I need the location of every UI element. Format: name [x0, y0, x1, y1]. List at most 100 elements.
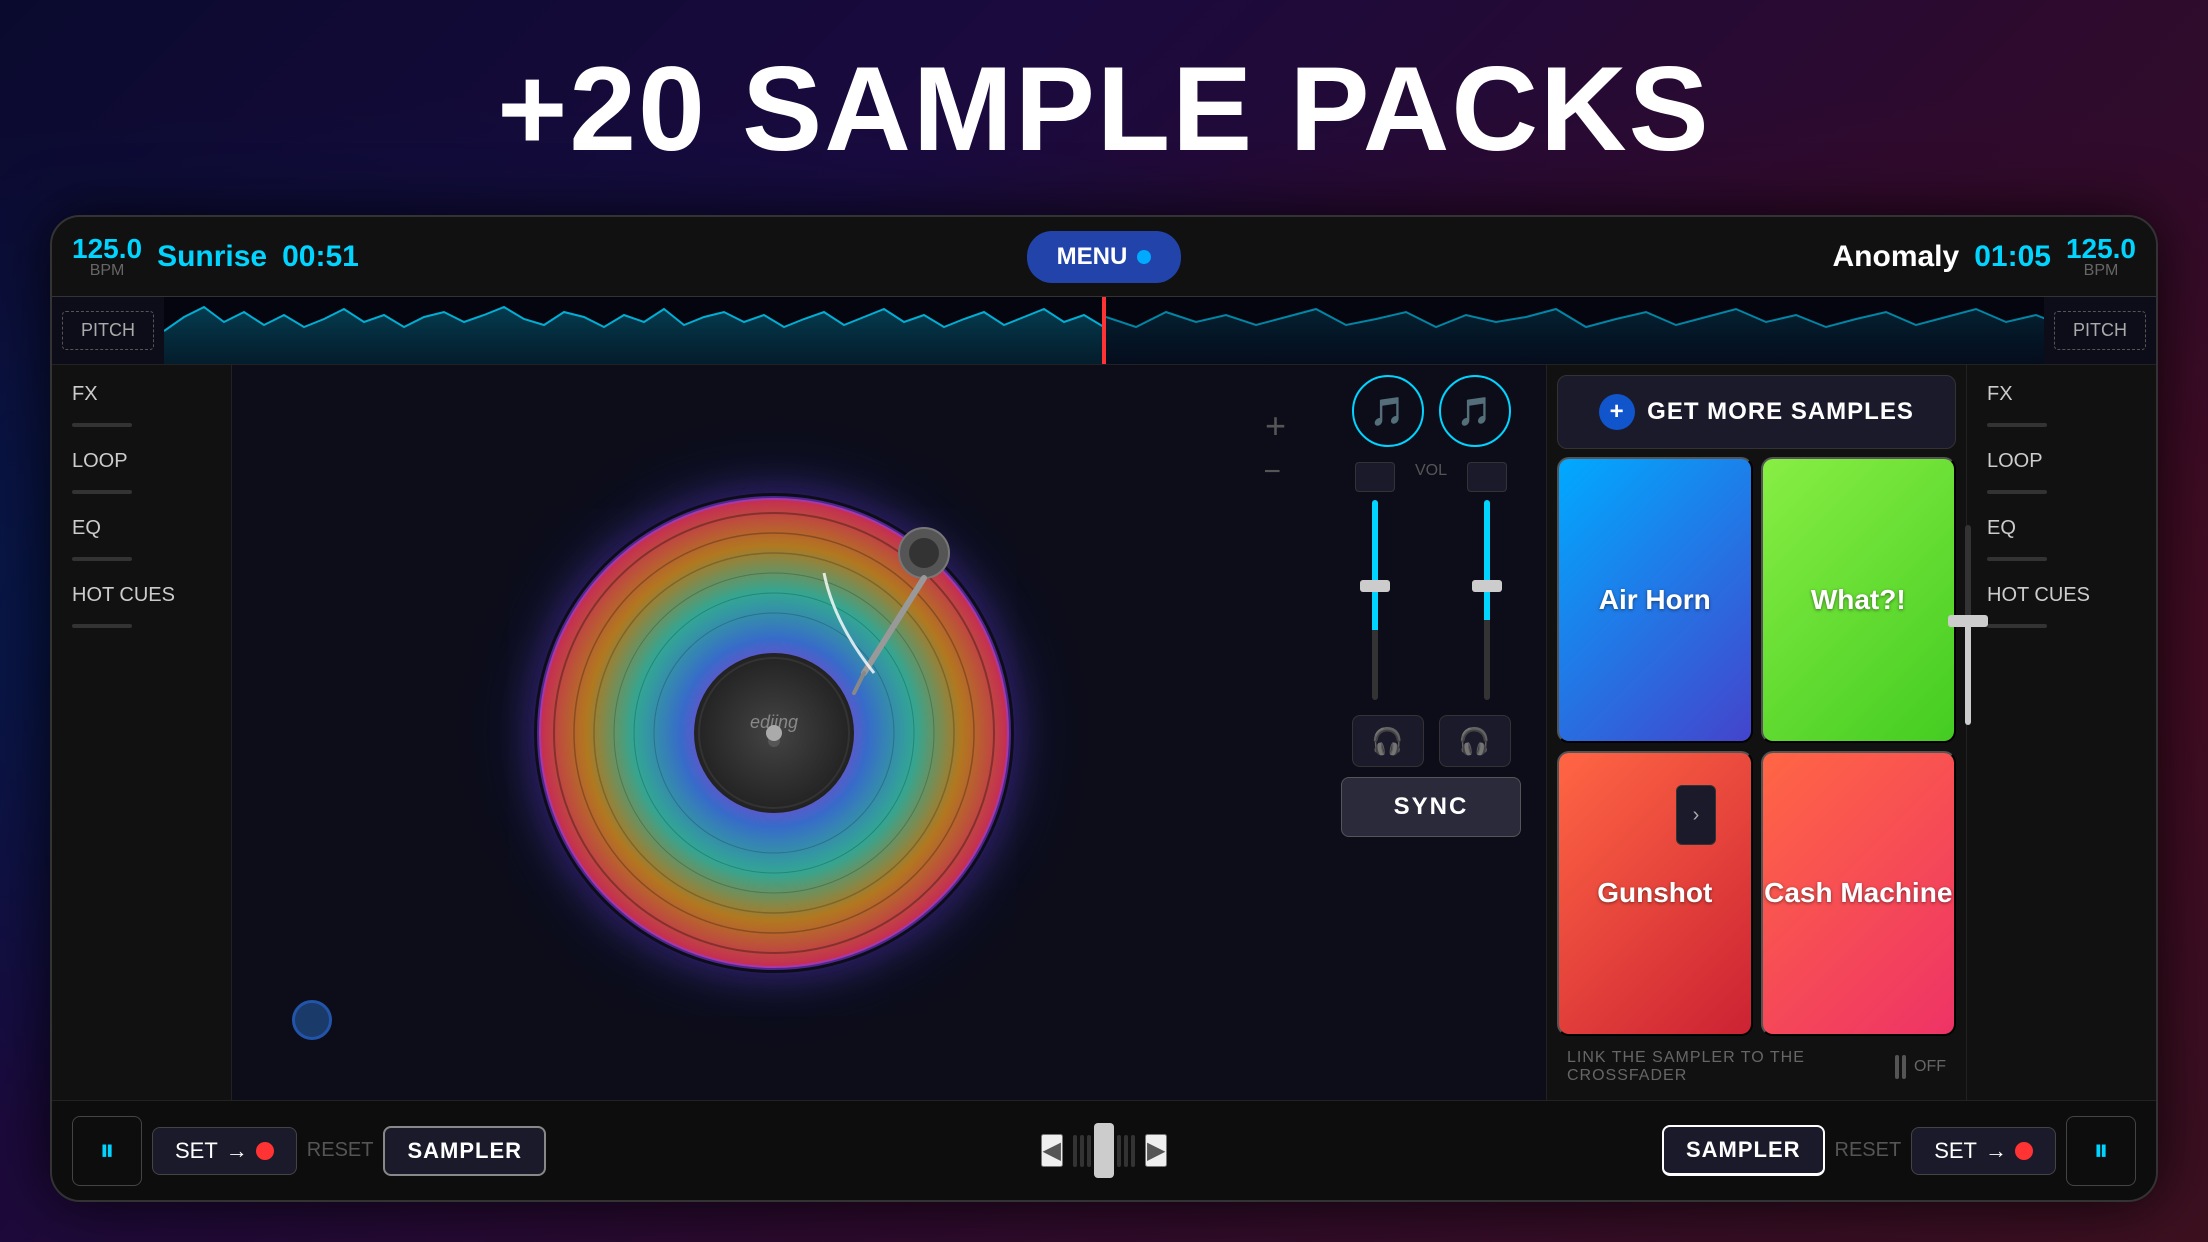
- left-sampler-button[interactable]: SAMPLER: [383, 1126, 546, 1176]
- right-pitch-button[interactable]: PITCH: [2054, 311, 2146, 350]
- cue-point-dot[interactable]: [292, 1000, 332, 1040]
- left-fx-button[interactable]: FX: [67, 375, 216, 414]
- header-left: 125.0 BPM Sunrise 00:51: [72, 235, 1027, 279]
- arrow-right-left-icon: →: [226, 1138, 248, 1164]
- header-right: Anomaly 01:05 125.0 BPM: [1181, 235, 2136, 279]
- sampler-panel: + GET MORE SAMPLES Air Horn What?! Gunsh…: [1546, 365, 1966, 1100]
- right-fader-handle[interactable]: [1472, 580, 1502, 592]
- sample-pad-cash-machine[interactable]: Cash Machine: [1761, 751, 1957, 1037]
- toggle-bar-2: [1902, 1055, 1906, 1079]
- cf-tick-3: [1087, 1135, 1091, 1167]
- turntable-area: + −: [232, 365, 1316, 1100]
- get-more-label: GET MORE SAMPLES: [1647, 398, 1914, 426]
- headphone-right-icon: 🎧: [1458, 726, 1490, 757]
- right-volume-fader[interactable]: [1484, 500, 1490, 700]
- left-eq-button[interactable]: EQ: [67, 509, 216, 548]
- left-headphone-cue-button[interactable]: 🎵: [1352, 375, 1424, 447]
- pitch-plus-button[interactable]: +: [1265, 405, 1286, 447]
- left-fader-handle[interactable]: [1360, 580, 1390, 592]
- right-fx-slider[interactable]: [1987, 423, 2047, 427]
- crossfader-link-info: LINK THE SAMPLER TO THE CROSSFADER OFF: [1557, 1044, 1956, 1090]
- left-pause-button[interactable]: ⏸: [72, 1116, 142, 1186]
- left-bpm-value: 125.0: [72, 235, 142, 263]
- page-title: +20 SAMPLE PACKS: [497, 40, 1710, 178]
- left-headphone-button[interactable]: 🎧: [1352, 715, 1424, 767]
- toggle-bar-1: [1895, 1055, 1899, 1079]
- left-eq-slider[interactable]: [72, 557, 132, 561]
- crossfader-slider[interactable]: [1073, 1123, 1135, 1178]
- right-eq-button[interactable]: EQ: [1982, 509, 2141, 548]
- right-headphone-cue-button[interactable]: 🎵: [1439, 375, 1511, 447]
- pitch-minus-button[interactable]: −: [1263, 455, 1281, 489]
- left-panel: FX LOOP EQ HOT CUES: [52, 365, 232, 1100]
- right-transport: SAMPLER RESET SET → ⏸: [1458, 1116, 2136, 1186]
- left-loop-slider[interactable]: [72, 490, 132, 494]
- left-waveform-svg: // Generate waveform bars inline via CSS…: [164, 297, 1102, 364]
- right-bpm-label: BPM: [2066, 263, 2136, 279]
- left-volume-fader[interactable]: [1372, 500, 1378, 700]
- crossfader-handle[interactable]: [1094, 1123, 1114, 1178]
- vinyl-record[interactable]: edjing: [534, 493, 1014, 973]
- right-pause-button[interactable]: ⏸: [2066, 1116, 2136, 1186]
- right-fx-button[interactable]: FX: [1982, 375, 2141, 414]
- right-set-button[interactable]: SET →: [1911, 1127, 2056, 1175]
- menu-dot-indicator: [1137, 250, 1151, 264]
- crossfader-left-arrow-button[interactable]: ◀: [1041, 1134, 1063, 1167]
- sample-pad-what[interactable]: What?!: [1761, 457, 1957, 743]
- right-track-name: Anomaly: [1833, 240, 1960, 274]
- cf-tick-5: [1124, 1135, 1128, 1167]
- sampler-volume-fader[interactable]: [1965, 525, 1971, 725]
- crossfader-off-toggle[interactable]: OFF: [1895, 1055, 1946, 1079]
- left-set-label: SET: [175, 1138, 218, 1164]
- right-fader-top: [1467, 462, 1507, 492]
- right-panel: FX LOOP EQ HOT CUES: [1966, 365, 2156, 1100]
- right-reset-button[interactable]: RESET: [1835, 1139, 1902, 1162]
- right-loop-slider[interactable]: [1987, 490, 2047, 494]
- left-hot-cues-slider[interactable]: [72, 624, 132, 628]
- center-crossfader: ◀ ▶: [765, 1123, 1443, 1178]
- right-hot-cues-button[interactable]: HOT CUES: [1982, 576, 2141, 615]
- left-waveform: // Generate waveform bars inline via CSS…: [164, 297, 1102, 364]
- left-channel-fader: [1355, 462, 1395, 700]
- sample-pad-air-horn[interactable]: Air Horn: [1557, 457, 1753, 743]
- toggle-bars-icon: [1895, 1055, 1906, 1079]
- mixer-icon-buttons: 🎵 🎵: [1352, 375, 1511, 447]
- get-more-samples-button[interactable]: + GET MORE SAMPLES: [1557, 375, 1956, 449]
- right-sampler-button[interactable]: SAMPLER: [1662, 1125, 1825, 1176]
- header-center: MENU: [1027, 231, 1182, 283]
- sampler-fader-handle[interactable]: [1948, 615, 1988, 627]
- cf-tick-2: [1080, 1135, 1084, 1167]
- headphone-left-icon: 🎧: [1371, 726, 1403, 757]
- left-transport: ⏸ SET → RESET SAMPLER: [72, 1116, 750, 1186]
- left-set-button[interactable]: SET →: [152, 1127, 297, 1175]
- left-track-name: Sunrise: [157, 240, 267, 274]
- sample-pad-gunshot[interactable]: Gunshot: [1557, 751, 1753, 1037]
- sampler-fader-area: [1965, 515, 1971, 735]
- left-hot-cues-button[interactable]: HOT CUES: [67, 576, 216, 615]
- left-loop-button[interactable]: LOOP: [67, 442, 216, 481]
- left-fx-slider[interactable]: [72, 423, 132, 427]
- sampler-next-arrow[interactable]: ›: [1676, 785, 1716, 845]
- sync-button[interactable]: SYNC: [1341, 777, 1521, 837]
- right-time-display: 01:05: [1974, 240, 2051, 274]
- right-loop-button[interactable]: LOOP: [1982, 442, 2141, 481]
- music-note-right-icon: 🎵: [1457, 395, 1492, 428]
- volume-label: VOL: [1415, 462, 1447, 480]
- right-hot-cues-slider[interactable]: [1987, 624, 2047, 628]
- right-channel-fader: [1467, 462, 1507, 700]
- get-more-plus-icon: +: [1599, 394, 1635, 430]
- left-reset-button[interactable]: RESET: [307, 1139, 374, 1162]
- right-eq-slider[interactable]: [1987, 557, 2047, 561]
- menu-button[interactable]: MENU: [1027, 231, 1182, 283]
- transport-bar: ⏸ SET → RESET SAMPLER ◀ ▶: [52, 1100, 2156, 1200]
- header-bar: 125.0 BPM Sunrise 00:51 MENU Anomaly 01:…: [52, 217, 2156, 297]
- left-pitch-button[interactable]: PITCH: [62, 311, 154, 350]
- crossfader-right-arrow-button[interactable]: ▶: [1145, 1134, 1167, 1167]
- main-content: FX LOOP EQ HOT CUES + −: [52, 365, 2156, 1100]
- left-fader-top: [1355, 462, 1395, 492]
- right-bpm-display: 125.0 BPM: [2066, 235, 2136, 279]
- right-headphone-button[interactable]: 🎧: [1439, 715, 1511, 767]
- chevron-right-icon: ›: [1693, 804, 1700, 827]
- menu-label: MENU: [1057, 243, 1128, 271]
- left-bpm-label: BPM: [72, 263, 142, 279]
